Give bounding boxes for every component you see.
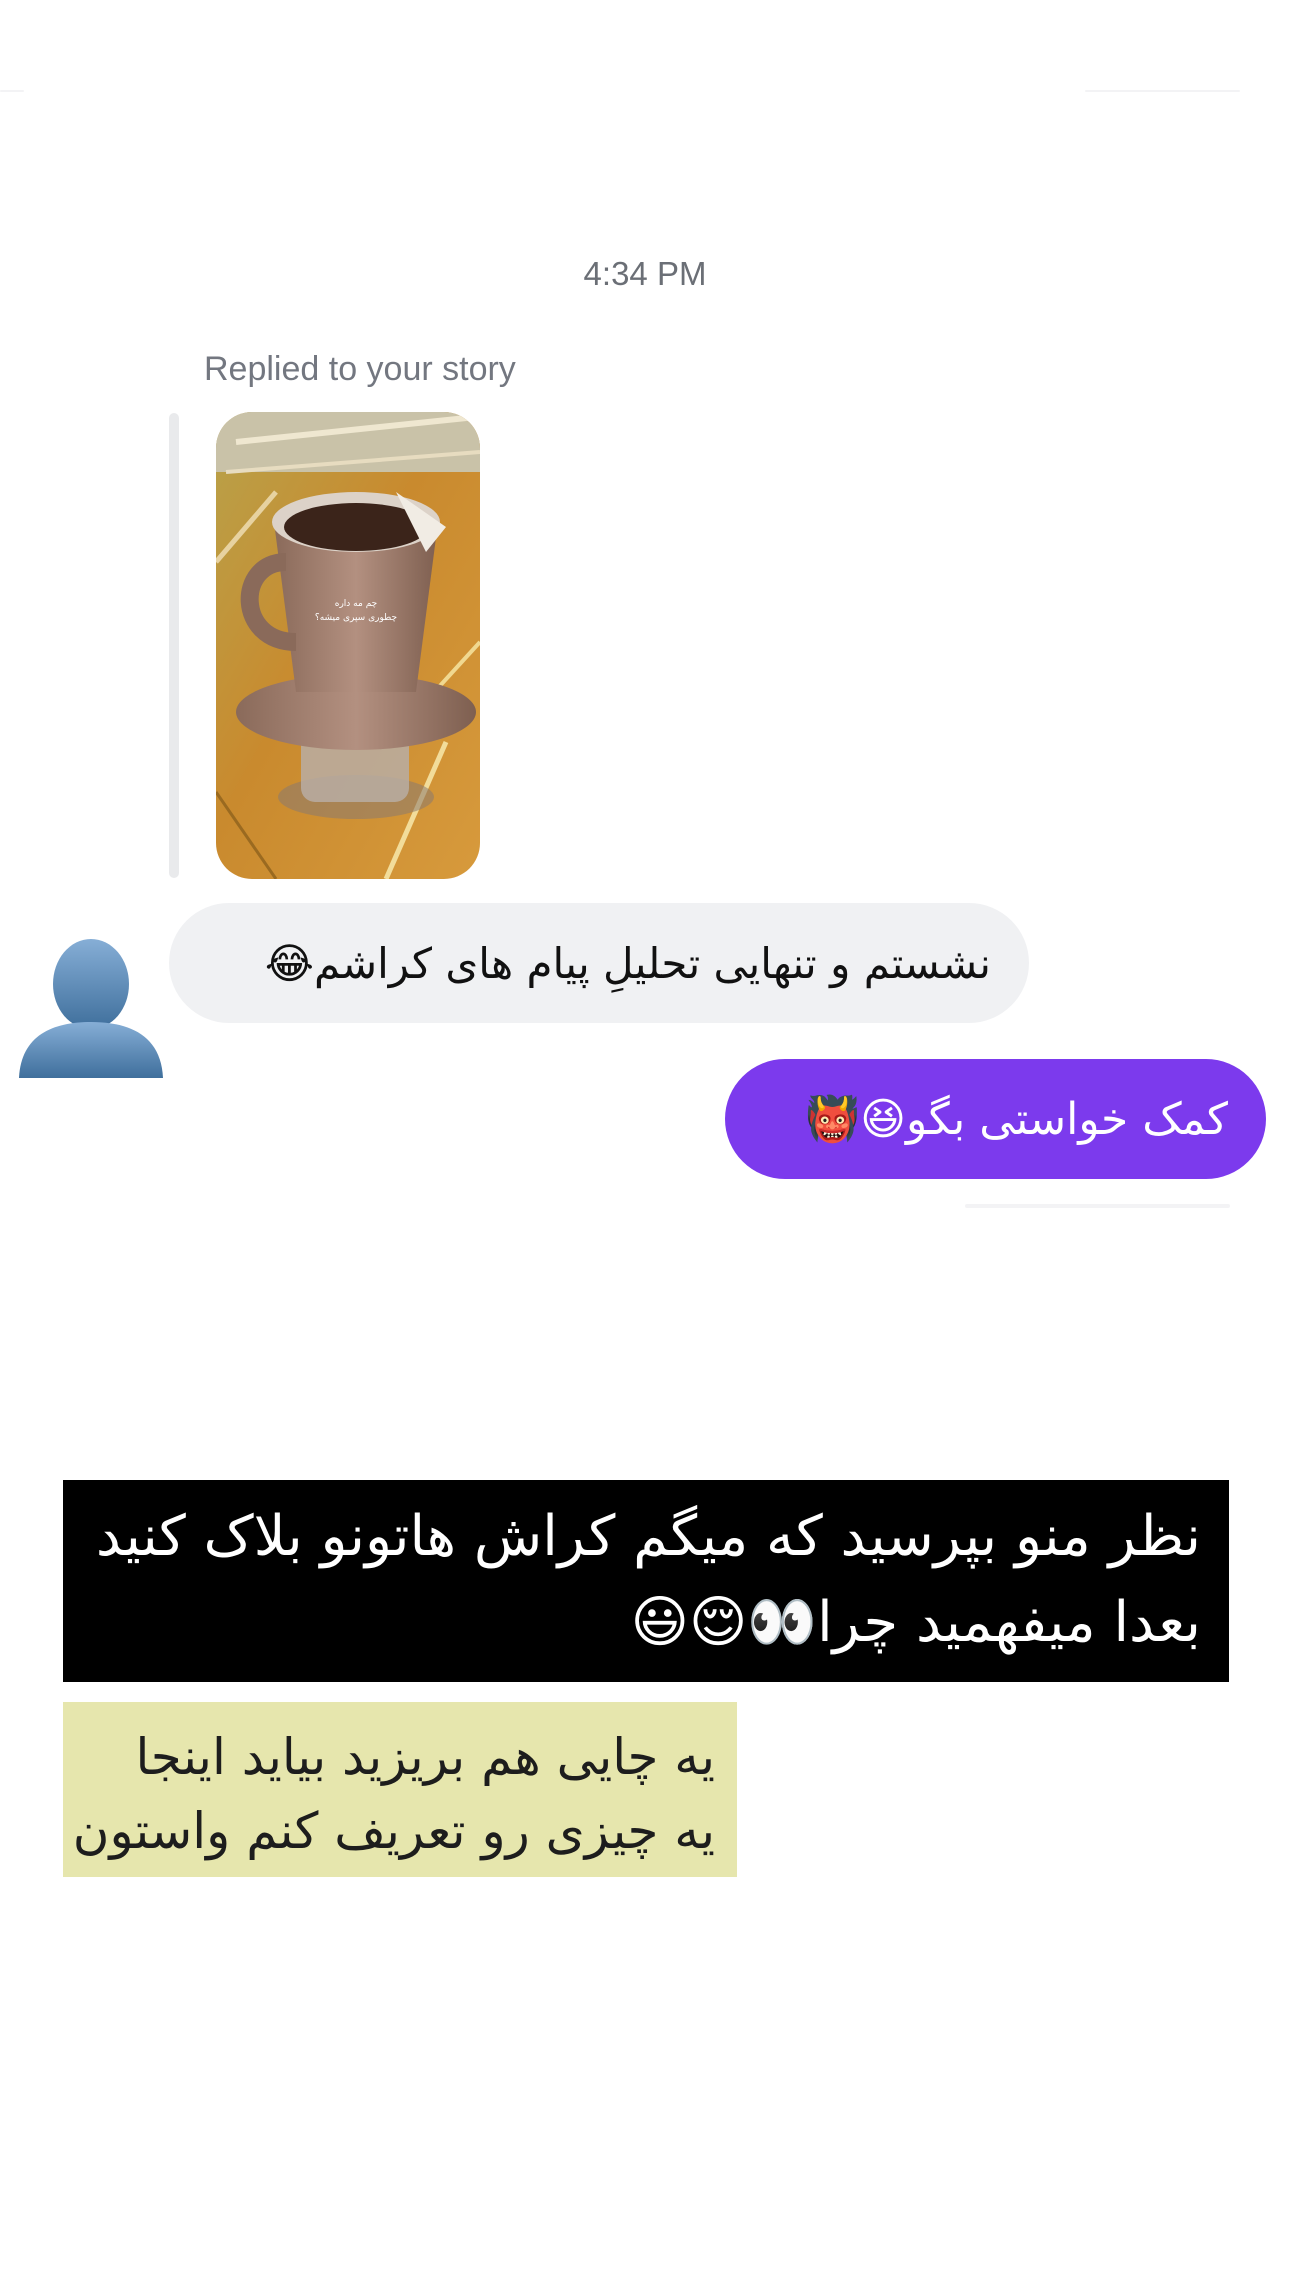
replied-to-story-label: Replied to your story	[204, 350, 516, 388]
story-thumbnail[interactable]: چم مه داره چطوری سپری میشه؟	[216, 412, 480, 879]
default-user-silhouette-icon	[19, 939, 163, 1078]
divider-under-outgoing	[965, 1204, 1230, 1208]
story-overlay-text-1: چم مه داره	[335, 599, 378, 609]
incoming-message-bubble[interactable]: نشستم و تنهایی تحلیلِ پیام های کراشم😂	[169, 903, 1029, 1023]
top-divider-right	[1085, 90, 1240, 92]
story-overlay-text-2: چطوری سپری میشه؟	[315, 613, 397, 623]
reply-quote-bar	[169, 413, 179, 878]
sender-avatar[interactable]	[15, 930, 167, 1082]
message-timestamp: 4:34 PM	[583, 255, 707, 292]
caption1-line1: نظر منو بپرسید که میگم کراش هاتونو بلاک …	[95, 1504, 1201, 1569]
overlay-caption-yellow: یه چایی هم بریزید بیاید اینجا یه چیزی رو…	[63, 1702, 737, 1877]
top-divider	[0, 90, 24, 92]
outgoing-message-bubble[interactable]: کمک خواستی بگو😆👹	[725, 1059, 1266, 1179]
caption1-line2: بعدا میفهمید چرا👀😌😃	[630, 1590, 1201, 1655]
overlay-caption-black: نظر منو بپرسید که میگم کراش هاتونو بلاک …	[63, 1480, 1229, 1682]
incoming-message-text: نشستم و تنهایی تحلیلِ پیام های کراشم😂	[264, 938, 991, 988]
caption2-line1: یه چایی هم بریزید بیاید اینجا	[135, 1728, 715, 1786]
outgoing-message-text: کمک خواستی بگو😆👹	[805, 1094, 1228, 1145]
caption2-line2: یه چیزی رو تعریف کنم واستون	[72, 1802, 715, 1860]
